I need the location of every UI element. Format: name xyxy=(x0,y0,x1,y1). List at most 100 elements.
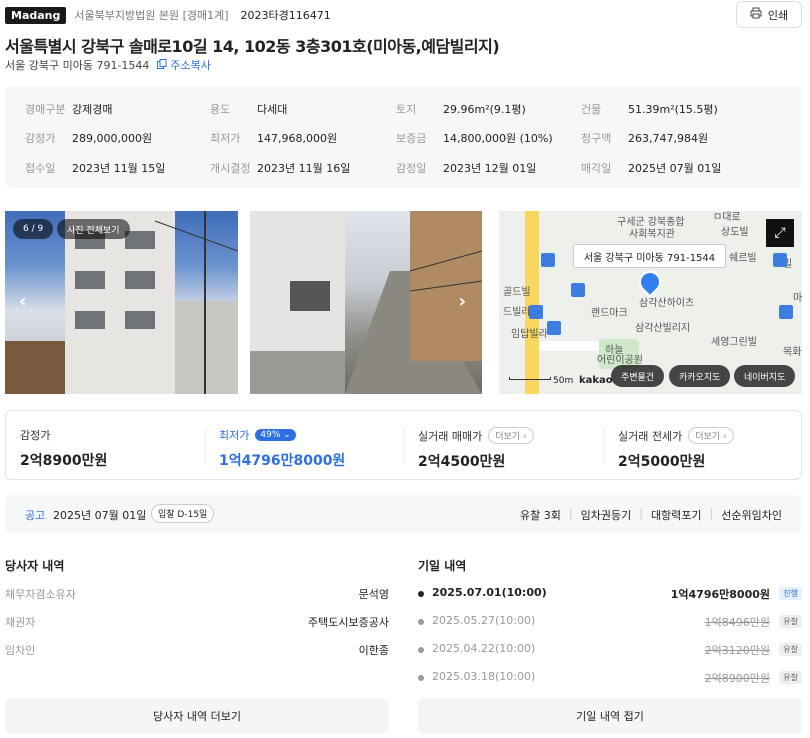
copy-address-button[interactable]: 주소복사 xyxy=(157,57,211,73)
photo-counter: 6 / 9 xyxy=(13,219,54,239)
notice-bar: 공고 2025년 07월 01일 입찰 D-15일 유찰 3회 | 임차권등기 | … xyxy=(5,495,802,533)
map-label: 쉐르빌 xyxy=(729,253,757,264)
tag-waiver: 대항력포기 xyxy=(650,509,702,522)
price-appraisal-amount: 2억8900만원 xyxy=(20,453,108,469)
status-badge: 유찰 xyxy=(779,643,802,656)
location-pin-icon[interactable] xyxy=(634,266,666,298)
map-scale-bar xyxy=(509,377,551,380)
map-label: ㅁ대로 xyxy=(713,212,741,223)
status-badge: 진행 xyxy=(779,587,802,600)
bus-stop-icon[interactable] xyxy=(547,321,561,335)
price-real-sale-label: 실거래 매매가 xyxy=(418,429,483,443)
parties-heading: 당사자 내역 xyxy=(5,559,65,573)
info-deposit: 보증금 14,800,000원 (10%) xyxy=(396,132,553,145)
info-received: 접수일 2023년 11월 15일 xyxy=(25,162,166,175)
real-jeonse-more-button[interactable]: 더보기 › xyxy=(688,427,734,444)
view-all-photos-button[interactable]: 사진 전체보기 xyxy=(57,219,130,239)
location-map[interactable]: 구세군 강북종합 사회복지관 삼각산하이츠 랜드마크 삼각산빌리지 세영그린빌 … xyxy=(499,211,802,394)
divider xyxy=(205,427,206,465)
status-badge: 유찰 xyxy=(779,615,802,628)
prev-photo-icon[interactable]: ‹ xyxy=(19,291,26,312)
alley-illustration xyxy=(250,211,482,394)
bus-stop-icon[interactable] xyxy=(529,305,543,319)
expand-map-icon[interactable]: ⤢ xyxy=(766,219,794,247)
price-minimum: 최저가 49% ⌄ 1억4796만8000원 xyxy=(219,427,345,470)
map-scale-label: 50m xyxy=(553,376,574,386)
map-label: 삼각산하이츠 xyxy=(639,298,695,309)
info-min-price: 최저가 147,968,000원 xyxy=(210,132,338,145)
bus-stop-icon[interactable] xyxy=(571,283,585,297)
bus-stop-icon[interactable] xyxy=(773,253,787,267)
price-real-jeonse-label: 실거래 전세가 xyxy=(618,429,683,443)
case-number: 2023타경116471 xyxy=(240,9,331,22)
divider xyxy=(603,427,604,465)
party-row: 임차인 이한종 xyxy=(5,644,389,657)
price-minimum-label: 최저가 xyxy=(219,429,250,442)
property-photo-2[interactable]: › xyxy=(250,211,482,394)
copy-address-label: 주소복사 xyxy=(170,59,211,72)
chevron-right-icon: › xyxy=(522,432,527,442)
chevron-down-icon: ⌄ xyxy=(283,430,291,440)
printer-icon xyxy=(750,7,762,22)
notice-label: 공고 xyxy=(25,509,46,522)
bids-heading: 기일 내역 xyxy=(418,559,467,573)
price-summary: 감정가 2억8900만원 최저가 49% ⌄ 1억4796만8000원 실거래 매… xyxy=(5,410,802,480)
map-side-road xyxy=(539,341,599,351)
info-usage: 용도 다세대 xyxy=(210,103,288,116)
map-label: 사회복지관 xyxy=(629,229,675,240)
tag-failed-count: 유찰 3회 xyxy=(520,509,561,522)
map-address-tooltip: 서울 강북구 미아동 791-1544 xyxy=(573,244,726,268)
next-photo-icon[interactable]: › xyxy=(459,291,466,312)
notice-tags: 유찰 3회 | 임차권등기 | 대항력포기 | 선순위임차인 xyxy=(520,507,782,522)
copy-icon xyxy=(157,58,167,72)
old-address: 서울 강북구 미아동 791-1544 xyxy=(5,59,150,72)
price-real-sale: 실거래 매매가 더보기 › 2억4500만원 xyxy=(418,427,534,471)
page-title: 서울특별시 강북구 솔매로10길 14, 102동 3층301호(미아동,예담빌… xyxy=(5,37,500,56)
dday-badge: 입찰 D-15일 xyxy=(151,504,215,523)
price-real-sale-amount: 2억4500만원 xyxy=(418,454,506,470)
header-brand-row: Madang 서울북부지방법원 본원 [경매1계] 2023타경116471 xyxy=(5,5,331,25)
info-building: 건물 51.39m²(15.5평) xyxy=(581,103,718,116)
address-row: 서울 강북구 미아동 791-1544 주소복사 xyxy=(5,57,211,73)
print-button[interactable]: 인쇄 xyxy=(736,1,802,28)
kakao-map-button[interactable]: 카카오지도 xyxy=(669,365,731,387)
divider xyxy=(404,427,405,465)
map-label: 드빌라 xyxy=(503,307,531,318)
parties-more-button[interactable]: 당사자 내역 더보기 xyxy=(5,698,389,734)
price-appraisal-label: 감정가 xyxy=(20,429,51,442)
map-label: 목화 xyxy=(783,347,802,358)
map-label: 랜드마크 xyxy=(591,308,628,319)
info-auction-type: 경매구분 강제경매 xyxy=(25,103,113,116)
info-appraisal: 감정가 289,000,000원 xyxy=(25,132,153,145)
auction-info-panel: 경매구분 강제경매 용도 다세대 토지 29.96m²(9.1평) 건물 51.39m²… xyxy=(5,86,802,188)
property-photo-1[interactable]: 6 / 9 사진 전체보기 ‹ xyxy=(5,211,238,394)
map-label: 마 xyxy=(793,293,802,304)
price-real-jeonse: 실거래 전세가 더보기 › 2억5000만원 xyxy=(618,427,734,471)
tag-senior-tenant: 선순위임차인 xyxy=(721,509,782,522)
real-sale-more-button[interactable]: 더보기 › xyxy=(488,427,534,444)
price-appraisal: 감정가 2억8900만원 xyxy=(20,427,107,470)
map-label: 세영그린빌 xyxy=(711,337,757,348)
bid-row: 2025.07.01(10:00) 1억4796만8000원 진행 xyxy=(418,586,802,606)
price-minimum-amount: 1억4796만8000원 xyxy=(219,453,346,469)
map-label: 골드빌 xyxy=(503,287,531,298)
map-label: 상도빌 xyxy=(721,227,749,238)
discount-badge[interactable]: 49% ⌄ xyxy=(255,429,296,441)
nearby-properties-button[interactable]: 주변물건 xyxy=(611,365,665,387)
bid-row: 2025.04.22(10:00) 2억3120만원 유찰 xyxy=(418,642,802,662)
bus-stop-icon[interactable] xyxy=(779,305,793,319)
price-real-jeonse-amount: 2억5000만원 xyxy=(618,454,706,470)
status-badge: 유찰 xyxy=(779,671,802,684)
map-label: 어린이공원 xyxy=(597,355,643,366)
bids-fold-button[interactable]: 기일 내역 접기 xyxy=(418,698,802,734)
kakao-logo: kakao xyxy=(579,375,613,386)
party-row: 채무자겸소유자 문석영 xyxy=(5,588,389,601)
brand-logo[interactable]: Madang xyxy=(5,6,67,24)
naver-map-button[interactable]: 네이버지도 xyxy=(734,365,796,387)
chevron-right-icon: › xyxy=(722,432,727,442)
info-start-decision: 개시결정 2023년 11월 16일 xyxy=(210,162,351,175)
tag-lease-registration: 임차권등기 xyxy=(580,509,632,522)
party-row: 채권자 주택도시보증공사 xyxy=(5,616,389,629)
print-label: 인쇄 xyxy=(767,8,789,22)
bus-stop-icon[interactable] xyxy=(541,253,555,267)
